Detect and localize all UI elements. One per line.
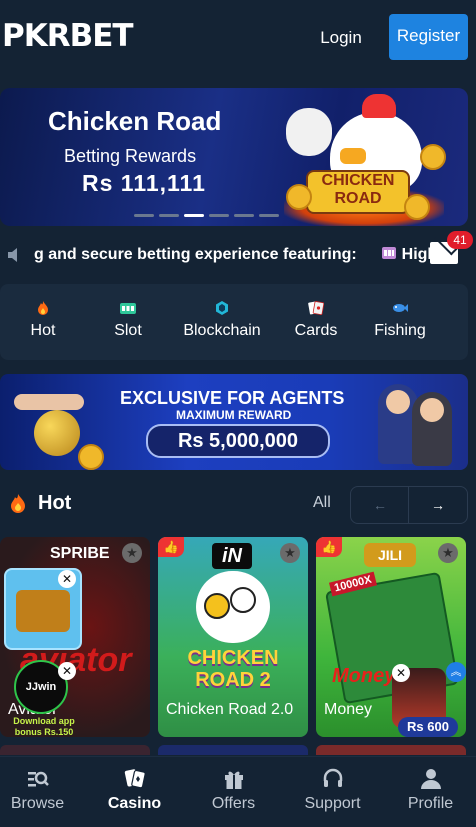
- banner-dot[interactable]: [134, 214, 154, 217]
- promo-banner[interactable]: Chicken Road Betting Rewards Rs 111,111 …: [0, 88, 468, 226]
- category-label: Hot: [30, 322, 56, 339]
- nav-browse[interactable]: Browse: [0, 757, 85, 827]
- provider-logo: iN: [212, 543, 252, 569]
- coin-icon: [404, 194, 430, 220]
- favorite-star-icon[interactable]: ★: [438, 543, 458, 563]
- reward-badge[interactable]: Rs 600: [398, 717, 458, 737]
- agents-subtitle: MAXIMUM REWARD: [176, 408, 292, 422]
- banner-dot[interactable]: [259, 214, 279, 217]
- prev-button[interactable]: ←: [350, 486, 410, 524]
- banner-dot-active[interactable]: [184, 214, 204, 217]
- provider-logo: JILI: [364, 543, 416, 567]
- gift-icon: [224, 771, 243, 789]
- flame-icon: [11, 494, 25, 513]
- slot-machine-icon: [120, 303, 136, 314]
- user-icon: [420, 769, 441, 789]
- register-button[interactable]: Register: [389, 14, 468, 60]
- speaker-icon: [8, 248, 17, 262]
- category-label: Blockchain: [183, 322, 261, 339]
- slot-machine-icon: [382, 247, 397, 259]
- game-art-text: CHICKEN ROAD 2: [187, 647, 279, 691]
- thumbs-up-icon: 👍: [158, 537, 184, 557]
- chicken-illustration: [196, 571, 270, 643]
- close-icon[interactable]: ✕: [58, 662, 76, 680]
- close-icon[interactable]: ✕: [58, 570, 76, 588]
- section-title: Hot: [38, 492, 72, 514]
- category-label: Slot: [114, 322, 142, 339]
- banner-dot[interactable]: [159, 214, 179, 217]
- cards-icon: [308, 301, 324, 316]
- category-label: Cards: [294, 322, 338, 339]
- browse-icon: [27, 771, 49, 787]
- banner-subtitle: Betting Rewards: [64, 146, 197, 166]
- nav-label: Casino: [107, 795, 162, 812]
- chicken-beak: [340, 148, 366, 164]
- game-card-peek[interactable]: [316, 745, 466, 755]
- provider-logo: SPRIBE: [50, 545, 110, 562]
- agent-woman-illustration: [412, 392, 452, 466]
- game-card-peek[interactable]: [158, 745, 308, 755]
- next-button[interactable]: →: [408, 486, 468, 524]
- close-icon[interactable]: ✕: [392, 664, 410, 682]
- login-button[interactable]: Login: [306, 20, 376, 56]
- category-slot[interactable]: Slot: [100, 284, 156, 360]
- favorite-star-icon[interactable]: ★: [280, 543, 300, 563]
- banner-pagination: [134, 214, 284, 218]
- view-all-link[interactable]: All: [313, 494, 331, 512]
- notification-badge: 41: [447, 231, 473, 249]
- header: PKRBET Login Register: [0, 0, 476, 72]
- fish-icon: [393, 304, 408, 312]
- category-fishing[interactable]: Fishing: [368, 284, 432, 360]
- brand-logo[interactable]: PKRBET: [2, 18, 134, 54]
- bottom-navigation: Browse Casino Offers Support Profile: [0, 756, 476, 827]
- scroll-up-icon[interactable]: ︽: [446, 662, 466, 682]
- game-name: Chicken Road 2.0: [166, 701, 294, 718]
- nav-label: Support: [304, 795, 361, 812]
- treasure-chest-icon: [16, 590, 70, 632]
- thumbs-up-icon: 👍: [316, 537, 342, 557]
- game-card-peek[interactable]: [0, 745, 150, 755]
- casino-icon: [124, 769, 146, 789]
- flame-icon: [38, 301, 48, 315]
- chicken-road-logo: CHICKEN ROAD: [306, 170, 410, 214]
- chicken-comb: [362, 94, 396, 118]
- small-chicken-illustration: [286, 108, 332, 156]
- nav-label: Offers: [211, 795, 256, 812]
- announcement-text: g and secure betting experience featurin…: [34, 246, 357, 263]
- agents-title: EXCLUSIVE FOR AGENTS: [120, 388, 345, 408]
- coin-icon: [78, 444, 104, 470]
- banner-amount: Rs 111,111: [82, 170, 206, 196]
- nav-offers[interactable]: Offers: [186, 757, 281, 827]
- download-app-text[interactable]: Download app bonus Rs.150: [6, 716, 82, 738]
- nav-label: Profile: [407, 795, 454, 812]
- banner-title: Chicken Road: [48, 106, 222, 136]
- nav-profile[interactable]: Profile: [383, 757, 476, 827]
- banner-dot[interactable]: [234, 214, 254, 217]
- category-cards[interactable]: Cards: [288, 284, 344, 360]
- category-label: Fishing: [374, 322, 426, 339]
- gold-globe-illustration: [34, 410, 80, 456]
- coin-icon: [420, 144, 446, 170]
- agents-banner[interactable]: EXCLUSIVE FOR AGENTS MAXIMUM REWARD Rs 5…: [0, 374, 468, 470]
- announcement-marquee: g and secure betting experience featurin…: [34, 246, 437, 264]
- category-bar: Hot Slot Blockchain Cards Fishing: [0, 284, 468, 360]
- banner-dot[interactable]: [209, 214, 229, 217]
- agents-amount: Rs 5,000,000: [146, 424, 330, 458]
- favorite-star-icon[interactable]: ★: [122, 543, 142, 563]
- handshake-illustration: [14, 394, 84, 410]
- blockchain-icon: [216, 301, 228, 315]
- category-hot[interactable]: Hot: [16, 284, 70, 360]
- game-art-text: Money: [332, 665, 396, 687]
- headset-icon: [323, 768, 342, 787]
- game-card-chicken-road-2[interactable]: 👍 iN CHICKEN ROAD 2 ★ Chicken Road 2.0: [158, 537, 308, 737]
- nav-casino[interactable]: Casino: [87, 757, 182, 827]
- nav-support[interactable]: Support: [285, 757, 380, 827]
- nav-label: Browse: [10, 795, 65, 812]
- coin-icon: [286, 184, 312, 210]
- category-blockchain[interactable]: Blockchain: [180, 284, 264, 360]
